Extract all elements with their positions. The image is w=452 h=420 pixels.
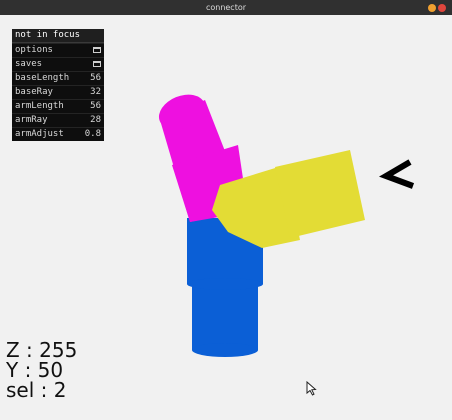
base-bottom-cap: [192, 343, 258, 357]
param-armLength[interactable]: armLength 56: [12, 99, 104, 113]
folder-icon: [93, 47, 101, 53]
param-baseRay[interactable]: baseRay 32: [12, 85, 104, 99]
param-value[interactable]: 32: [90, 86, 101, 99]
folder-label: saves: [15, 59, 43, 69]
hud-readout: Z : 255 Y : 50 sel : 2: [6, 340, 77, 400]
right-arm-body: [275, 150, 365, 238]
folder-saves[interactable]: saves: [12, 57, 104, 71]
param-value[interactable]: 56: [90, 72, 101, 85]
folder-options[interactable]: options: [12, 43, 104, 57]
param-label: armRay: [15, 115, 48, 125]
base-shoulder: [187, 278, 263, 290]
panel-header[interactable]: not in focus: [12, 29, 104, 43]
param-armAdjust[interactable]: armAdjust 0.8: [12, 127, 104, 141]
param-label: armAdjust: [15, 129, 64, 139]
hud-z: Z : 255: [6, 338, 78, 362]
param-value[interactable]: 28: [90, 114, 101, 127]
pointer-arrow-icon: [379, 159, 415, 189]
hud-sel: sel : 2: [6, 378, 67, 402]
mouse-cursor-icon: [306, 381, 317, 396]
param-label: baseLength: [15, 73, 70, 83]
folder-label: options: [15, 45, 53, 55]
folder-icon: [93, 61, 101, 67]
parameter-panel: not in focus options saves baseLength 56…: [12, 29, 104, 141]
param-armRay[interactable]: armRay 28: [12, 113, 104, 127]
param-label: baseRay: [15, 87, 53, 97]
param-label: armLength: [15, 101, 64, 111]
param-value[interactable]: 56: [90, 100, 101, 113]
param-baseLength[interactable]: baseLength 56: [12, 71, 104, 85]
param-value[interactable]: 0.8: [85, 128, 101, 141]
hud-y: Y : 50: [6, 358, 64, 382]
